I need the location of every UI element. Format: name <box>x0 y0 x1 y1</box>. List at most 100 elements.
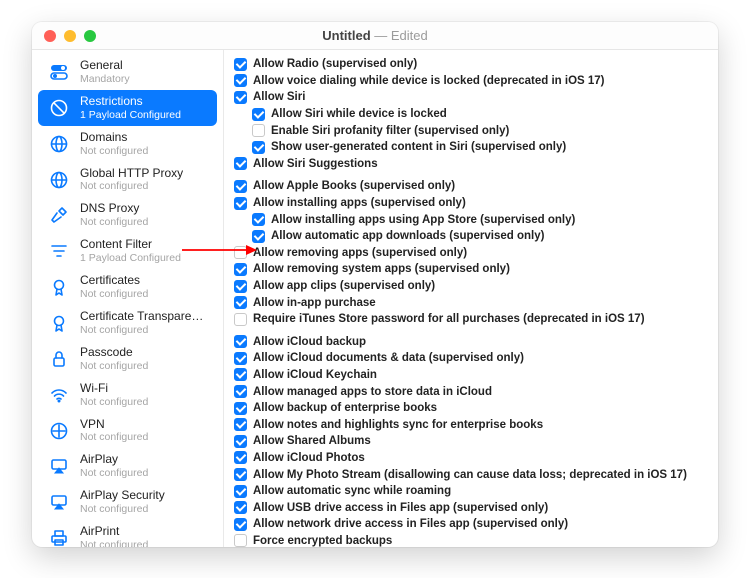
setting-label[interactable]: Allow removing apps (supervised only) <box>253 247 467 259</box>
sidebar-item-certificate-transparency[interactable]: Certificate TransparencyNot configured <box>38 305 217 341</box>
setting-label[interactable]: Enable Siri profanity filter (supervised… <box>271 125 509 137</box>
cert-icon <box>48 312 70 334</box>
checkbox[interactable] <box>234 368 247 381</box>
setting-label[interactable]: Allow network drive access in Files app … <box>253 518 568 530</box>
sidebar-item-content-filter[interactable]: Content Filter1 Payload Configured <box>38 233 217 269</box>
checkbox[interactable] <box>252 108 265 121</box>
sidebar-item-dns-proxy[interactable]: DNS ProxyNot configured <box>38 197 217 233</box>
sidebar-item-vpn[interactable]: VPNNot configured <box>38 413 217 449</box>
checkbox[interactable] <box>252 213 265 226</box>
sidebar-item-sublabel: Not configured <box>80 503 165 515</box>
sidebar-item-certificates[interactable]: CertificatesNot configured <box>38 269 217 305</box>
checkbox[interactable] <box>234 335 247 348</box>
setting-label[interactable]: Allow managed apps to store data in iClo… <box>253 386 492 398</box>
checkbox[interactable] <box>234 58 247 71</box>
setting-label[interactable]: Allow voice dialing while device is lock… <box>253 75 605 87</box>
minimize-button[interactable] <box>64 30 76 42</box>
setting-label[interactable]: Allow iCloud Photos <box>253 452 365 464</box>
nosign-icon <box>48 97 70 119</box>
checkbox[interactable] <box>234 197 247 210</box>
setting-row: Allow My Photo Stream (disallowing can c… <box>234 466 708 483</box>
sidebar-item-label: Wi-Fi <box>80 382 148 396</box>
sidebar-item-restrictions[interactable]: Restrictions1 Payload Configured <box>38 90 217 126</box>
checkbox[interactable] <box>234 385 247 398</box>
setting-label[interactable]: Force encrypted backups <box>253 535 392 547</box>
window-title: Untitled — Edited <box>32 28 718 43</box>
sidebar-item-domains[interactable]: DomainsNot configured <box>38 126 217 162</box>
setting-label[interactable]: Allow USB drive access in Files app (sup… <box>253 502 548 514</box>
checkbox[interactable] <box>234 534 247 547</box>
wifi-icon <box>48 384 70 406</box>
setting-label[interactable]: Allow Siri Suggestions <box>253 158 378 170</box>
zoom-button[interactable] <box>84 30 96 42</box>
sidebar-item-general[interactable]: GeneralMandatory <box>38 54 217 90</box>
sidebar-item-global-http-proxy[interactable]: Global HTTP ProxyNot configured <box>38 162 217 198</box>
setting-label[interactable]: Allow Shared Albums <box>253 435 371 447</box>
titlebar: Untitled — Edited <box>32 22 718 50</box>
checkbox[interactable] <box>234 352 247 365</box>
setting-label[interactable]: Allow app clips (supervised only) <box>253 280 435 292</box>
checkbox[interactable] <box>234 280 247 293</box>
setting-row: Allow installing apps using App Store (s… <box>234 211 708 228</box>
checkbox[interactable] <box>234 180 247 193</box>
checkbox[interactable] <box>234 402 247 415</box>
checkbox[interactable] <box>234 313 247 326</box>
checkbox[interactable] <box>252 230 265 243</box>
setting-label[interactable]: Allow installing apps (supervised only) <box>253 197 466 209</box>
setting-label[interactable]: Allow My Photo Stream (disallowing can c… <box>253 469 687 481</box>
document-name: Untitled <box>322 28 370 43</box>
title-sep: — <box>371 28 391 43</box>
sidebar-item-label: AirPlay Security <box>80 489 165 503</box>
checkbox[interactable] <box>234 157 247 170</box>
setting-row: Allow automatic sync while roaming <box>234 483 708 500</box>
setting-label[interactable]: Allow removing system apps (supervised o… <box>253 263 510 275</box>
sidebar-item-wi-fi[interactable]: Wi-FiNot configured <box>38 377 217 413</box>
sidebar-item-airprint[interactable]: AirPrintNot configured <box>38 520 217 547</box>
checkbox[interactable] <box>234 451 247 464</box>
window-body: GeneralMandatoryRestrictions1 Payload Co… <box>32 50 718 547</box>
setting-label[interactable]: Allow backup of enterprise books <box>253 402 437 414</box>
setting-label[interactable]: Allow iCloud Keychain <box>253 369 377 381</box>
vpn-icon <box>48 420 70 442</box>
setting-label[interactable]: Allow Siri while device is locked <box>271 108 447 120</box>
sidebar-item-sublabel: Not configured <box>80 539 148 547</box>
setting-label[interactable]: Allow iCloud backup <box>253 336 366 348</box>
setting-label[interactable]: Allow automatic app downloads (supervise… <box>271 230 544 242</box>
setting-label[interactable]: Allow Siri <box>253 91 305 103</box>
payload-sidebar[interactable]: GeneralMandatoryRestrictions1 Payload Co… <box>32 50 224 547</box>
setting-label[interactable]: Allow Radio (supervised only) <box>253 58 417 70</box>
setting-label[interactable]: Allow in-app purchase <box>253 297 376 309</box>
sidebar-item-sublabel: Not configured <box>80 216 148 228</box>
checkbox[interactable] <box>234 74 247 87</box>
setting-label[interactable]: Require iTunes Store password for all pu… <box>253 313 645 325</box>
checkbox[interactable] <box>234 246 247 259</box>
setting-row: Require iTunes Store password for all pu… <box>234 311 708 328</box>
checkbox[interactable] <box>252 124 265 137</box>
setting-label[interactable]: Allow notes and highlights sync for ente… <box>253 419 543 431</box>
sidebar-item-airplay-security[interactable]: AirPlay SecurityNot configured <box>38 484 217 520</box>
setting-label[interactable]: Allow automatic sync while roaming <box>253 485 451 497</box>
checkbox[interactable] <box>234 468 247 481</box>
checkbox[interactable] <box>234 91 247 104</box>
restrictions-settings-pane[interactable]: Allow Radio (supervised only) Allow voice… <box>224 50 718 547</box>
sidebar-item-passcode[interactable]: PasscodeNot configured <box>38 341 217 377</box>
checkbox[interactable] <box>234 296 247 309</box>
sidebar-item-airplay[interactable]: AirPlayNot configured <box>38 448 217 484</box>
setting-row: Allow Shared Albums <box>234 433 708 450</box>
checkbox[interactable] <box>234 518 247 531</box>
checkbox[interactable] <box>234 435 247 448</box>
checkbox[interactable] <box>234 263 247 276</box>
setting-label[interactable]: Allow installing apps using App Store (s… <box>271 214 575 226</box>
setting-label[interactable]: Show user-generated content in Siri (sup… <box>271 141 566 153</box>
tools-icon <box>48 204 70 226</box>
checkbox[interactable] <box>252 141 265 154</box>
close-button[interactable] <box>44 30 56 42</box>
setting-label[interactable]: Allow Apple Books (supervised only) <box>253 180 455 192</box>
sidebar-item-label: Global HTTP Proxy <box>80 167 183 181</box>
checkbox[interactable] <box>234 501 247 514</box>
sidebar-item-label: DNS Proxy <box>80 202 148 216</box>
setting-label[interactable]: Allow iCloud documents & data (supervise… <box>253 352 524 364</box>
checkbox[interactable] <box>234 418 247 431</box>
checkbox[interactable] <box>234 485 247 498</box>
document-status: Edited <box>391 28 428 43</box>
